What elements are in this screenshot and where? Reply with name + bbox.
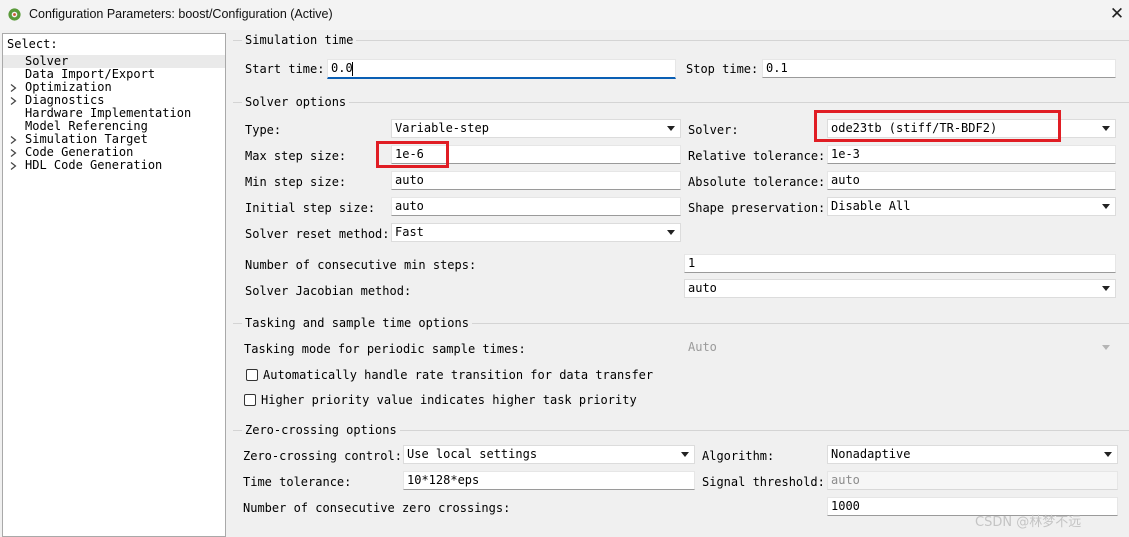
tree-item-label: HDL Code Generation: [25, 158, 163, 172]
start-time-value: 0.0: [331, 61, 353, 75]
chevron-right-icon[interactable]: [10, 149, 17, 157]
chevron-down-icon: [1102, 204, 1110, 209]
initial-step-label: Initial step size:: [245, 201, 376, 215]
consecutive-min-steps-label: Number of consecutive min steps:: [245, 258, 477, 272]
consecutive-min-steps-input[interactable]: 1: [684, 254, 1116, 273]
relative-tolerance-value: 1e-3: [831, 147, 860, 161]
chevron-right-icon[interactable]: [10, 84, 17, 92]
tasking-mode-label: Tasking mode for periodic sample times:: [244, 342, 526, 356]
absolute-tolerance-value: auto: [831, 173, 860, 187]
jacobian-dropdown[interactable]: auto: [684, 279, 1116, 298]
chevron-down-icon: [1102, 345, 1110, 350]
tree-item-hdl-code-generation[interactable]: HDL Code Generation: [3, 159, 225, 172]
jacobian-label: Solver Jacobian method:: [245, 284, 412, 298]
chevron-right-icon[interactable]: [10, 162, 17, 170]
initial-step-value: auto: [395, 199, 424, 213]
chevron-down-icon: [681, 452, 689, 457]
solver-label: Solver:: [688, 123, 739, 137]
zero-crossing-title: Zero-crossing options: [242, 423, 400, 437]
min-step-input[interactable]: auto: [391, 171, 681, 190]
chevron-down-icon: [667, 230, 675, 235]
text-cursor: [352, 62, 353, 76]
chevron-right-icon[interactable]: [10, 136, 17, 144]
auto-rate-transition-label: Automatically handle rate transition for…: [263, 368, 654, 382]
type-value: Variable-step: [395, 121, 489, 135]
relative-tolerance-input[interactable]: 1e-3: [827, 145, 1116, 164]
algorithm-value: Nonadaptive: [831, 447, 911, 461]
chevron-down-icon: [1104, 452, 1112, 457]
time-tolerance-value: 10*128*eps: [407, 473, 480, 487]
matlab-gear-icon: [8, 8, 21, 21]
shape-preservation-label: Shape preservation:: [688, 201, 826, 215]
solver-reset-label: Solver reset method:: [245, 227, 390, 241]
min-step-label: Min step size:: [245, 175, 347, 189]
algorithm-label: Algorithm:: [702, 449, 775, 463]
type-dropdown[interactable]: Variable-step: [391, 119, 681, 138]
type-label: Type:: [245, 123, 282, 137]
watermark: CSDN @林梦不远: [975, 515, 1082, 530]
initial-step-input[interactable]: auto: [391, 197, 681, 216]
relative-tolerance-label: Relative tolerance:: [688, 149, 826, 163]
tasking-title: Tasking and sample time options: [242, 316, 472, 330]
min-step-value: auto: [395, 173, 424, 187]
solver-reset-value: Fast: [395, 225, 424, 239]
category-tree: Select: Solver Data Import/Export Optimiza…: [2, 33, 226, 537]
chevron-down-icon: [667, 126, 675, 131]
start-time-input[interactable]: 0.0: [327, 59, 676, 79]
consecutive-zc-label: Number of consecutive zero crossings:: [243, 501, 511, 515]
signal-threshold-label: Signal threshold:: [702, 475, 825, 489]
algorithm-dropdown[interactable]: Nonadaptive: [827, 445, 1118, 464]
shape-preservation-value: Disable All: [831, 199, 911, 213]
zc-control-label: Zero-crossing control:: [243, 449, 402, 463]
absolute-tolerance-label: Absolute tolerance:: [688, 175, 826, 189]
solver-options-title: Solver options: [242, 95, 350, 109]
chevron-right-icon[interactable]: [10, 97, 17, 105]
tasking-mode-dropdown: Auto: [684, 338, 1116, 357]
signal-threshold-input: auto: [827, 471, 1118, 490]
time-tolerance-label: Time tolerance:: [243, 475, 352, 489]
absolute-tolerance-input[interactable]: auto: [827, 171, 1116, 190]
stop-time-label: Stop time:: [686, 62, 759, 76]
consecutive-min-steps-value: 1: [688, 256, 696, 270]
close-icon[interactable]: ✕: [1107, 3, 1127, 25]
chevron-down-icon: [1102, 286, 1110, 291]
jacobian-value: auto: [688, 281, 717, 295]
higher-priority-label: Higher priority value indicates higher t…: [261, 393, 637, 407]
solver-reset-dropdown[interactable]: Fast: [391, 223, 681, 242]
zc-control-value: Use local settings: [407, 447, 538, 461]
consecutive-zc-value: 1000: [831, 499, 860, 513]
higher-priority-checkbox[interactable]: [244, 394, 256, 406]
solver-highlight-box: [814, 110, 1061, 142]
zc-control-dropdown[interactable]: Use local settings: [403, 445, 695, 464]
window-title: Configuration Parameters: boost/Configur…: [29, 7, 333, 21]
tree-heading: Select:: [7, 37, 58, 51]
start-time-label: Start time:: [245, 62, 325, 76]
max-step-label: Max step size:: [245, 149, 347, 163]
tasking-mode-value: Auto: [688, 340, 717, 354]
time-tolerance-input[interactable]: 10*128*eps: [403, 471, 695, 490]
max-step-highlight-box: [376, 141, 449, 168]
stop-time-input[interactable]: 0.1: [762, 59, 1116, 78]
simulation-time-title: Simulation time: [242, 33, 357, 47]
stop-time-value: 0.1: [766, 61, 788, 75]
signal-threshold-value: auto: [831, 473, 860, 487]
shape-preservation-dropdown[interactable]: Disable All: [827, 197, 1116, 216]
auto-rate-transition-checkbox[interactable]: [246, 369, 258, 381]
chevron-down-icon: [1102, 126, 1110, 131]
